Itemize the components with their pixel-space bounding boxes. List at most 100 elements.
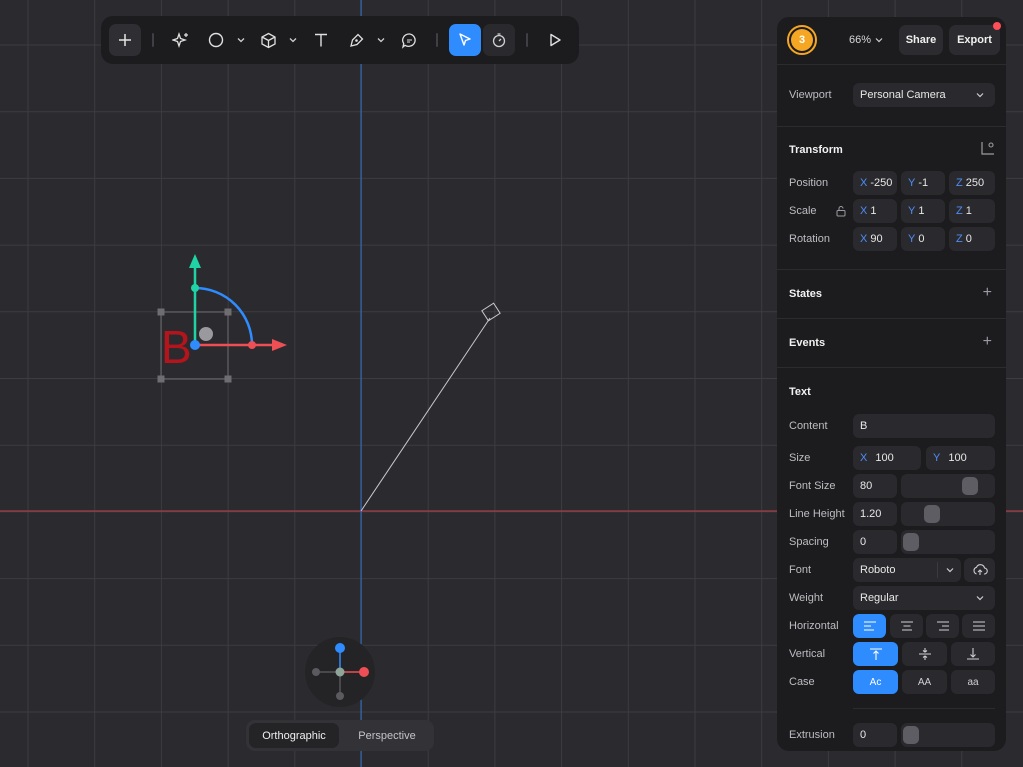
scale-x-field[interactable]: X1 bbox=[853, 199, 897, 223]
position-z-field[interactable]: Z 250 bbox=[949, 171, 995, 195]
align-bottom-button[interactable] bbox=[951, 642, 995, 666]
scale-y-field[interactable]: Y1 bbox=[901, 199, 945, 223]
orthographic-option[interactable]: Orthographic bbox=[249, 723, 339, 748]
resize-handle[interactable] bbox=[224, 375, 232, 383]
y-handle[interactable] bbox=[191, 284, 199, 292]
rotation-z-field[interactable]: Z0 bbox=[949, 227, 995, 251]
divider bbox=[853, 708, 995, 709]
pen-tool-button[interactable] bbox=[340, 24, 372, 56]
weight-select[interactable]: Regular bbox=[853, 586, 995, 610]
slider-knob[interactable] bbox=[962, 477, 979, 495]
font-value: Roboto bbox=[860, 564, 896, 576]
resize-handle[interactable] bbox=[224, 308, 232, 316]
resize-handle[interactable] bbox=[157, 308, 165, 316]
cube-dropdown[interactable] bbox=[286, 24, 300, 56]
slider-knob[interactable] bbox=[903, 726, 919, 744]
perspective-option[interactable]: Perspective bbox=[343, 723, 431, 748]
ellipse-dropdown[interactable] bbox=[234, 24, 248, 56]
extrusion-input[interactable]: 0 bbox=[853, 723, 897, 747]
ai-sparkle-icon bbox=[172, 31, 188, 49]
comment-icon bbox=[401, 32, 416, 49]
rotation-y-field[interactable]: Y0 bbox=[901, 227, 945, 251]
font-size-slider[interactable] bbox=[901, 474, 995, 498]
content-input[interactable]: B bbox=[853, 414, 995, 438]
case-label: Case bbox=[789, 676, 815, 688]
slider-knob[interactable] bbox=[923, 505, 940, 523]
position-label: Position bbox=[789, 177, 829, 189]
transform-origin-icon[interactable] bbox=[979, 141, 995, 157]
user-avatar[interactable]: 3 bbox=[787, 25, 817, 55]
align-bottom-icon bbox=[967, 648, 979, 660]
align-top-icon bbox=[869, 648, 882, 660]
case-upper-button[interactable]: AA bbox=[902, 670, 947, 694]
spacing-slider[interactable] bbox=[901, 530, 995, 554]
notification-dot bbox=[993, 22, 1001, 30]
font-size-label: Font Size bbox=[789, 480, 836, 492]
select-cursor-icon bbox=[459, 33, 471, 46]
user-count: 3 bbox=[791, 29, 813, 51]
align-justify-button[interactable] bbox=[962, 614, 995, 638]
orientation-widget[interactable] bbox=[305, 637, 375, 707]
size-label: Size bbox=[789, 452, 811, 464]
line-height-input[interactable]: 1.20 bbox=[853, 502, 897, 526]
align-center-button[interactable] bbox=[890, 614, 923, 638]
chevron-down-icon bbox=[237, 38, 245, 43]
share-button[interactable]: Share bbox=[899, 25, 943, 55]
position-y-field[interactable]: Y -1 bbox=[901, 171, 945, 195]
case-title-button[interactable]: Ac bbox=[853, 670, 898, 694]
align-left-button[interactable] bbox=[853, 614, 886, 638]
play-button[interactable] bbox=[539, 24, 571, 56]
timer-tool-button[interactable] bbox=[483, 24, 515, 56]
events-title: Events bbox=[789, 337, 826, 349]
upload-font-button[interactable] bbox=[964, 558, 995, 582]
align-right-button[interactable] bbox=[926, 614, 959, 638]
x-handle[interactable] bbox=[248, 341, 256, 349]
zoom-dropdown[interactable]: 66% bbox=[849, 32, 884, 48]
lock-icon[interactable] bbox=[835, 205, 847, 217]
horizontal-label: Horizontal bbox=[789, 620, 839, 632]
position-x-field[interactable]: X -250 bbox=[853, 171, 897, 195]
size-y-field[interactable]: Y 100 bbox=[926, 446, 995, 470]
add-button[interactable] bbox=[109, 24, 141, 56]
add-state-button[interactable]: + bbox=[983, 285, 992, 301]
resize-handle[interactable] bbox=[157, 375, 165, 383]
chevron-down-icon bbox=[946, 568, 954, 573]
viewport-select[interactable]: Personal Camera bbox=[853, 83, 995, 107]
select-tool-button[interactable] bbox=[449, 24, 481, 56]
gizmo-center[interactable] bbox=[190, 340, 200, 350]
font-size-input[interactable]: 80 bbox=[853, 474, 897, 498]
toolbar-divider bbox=[152, 33, 154, 47]
divider bbox=[777, 269, 1006, 270]
size-x-field[interactable]: X 100 bbox=[853, 446, 921, 470]
line-height-slider[interactable] bbox=[901, 502, 995, 526]
export-button[interactable]: Export bbox=[949, 25, 1000, 55]
text-tool-button[interactable] bbox=[305, 24, 337, 56]
ellipse-tool-button[interactable] bbox=[200, 24, 232, 56]
cloud-upload-icon bbox=[972, 564, 988, 575]
pivot-dot bbox=[199, 327, 213, 341]
comment-tool-button[interactable] bbox=[393, 24, 425, 56]
pen-dropdown[interactable] bbox=[374, 24, 388, 56]
rotation-label: Rotation bbox=[789, 233, 830, 245]
add-event-button[interactable]: + bbox=[983, 334, 992, 350]
camera-gizmo[interactable] bbox=[360, 302, 501, 512]
chevron-down-icon bbox=[976, 93, 984, 98]
slider-knob[interactable] bbox=[903, 533, 919, 551]
text-title: Text bbox=[789, 386, 811, 398]
align-middle-button[interactable] bbox=[902, 642, 947, 666]
extrusion-slider[interactable] bbox=[901, 723, 995, 747]
viewport-label: Viewport bbox=[789, 89, 832, 101]
spacing-input[interactable]: 0 bbox=[853, 530, 897, 554]
cube-tool-button[interactable] bbox=[252, 24, 284, 56]
chevron-down-icon bbox=[377, 38, 385, 43]
scale-z-field[interactable]: Z1 bbox=[949, 199, 995, 223]
toolbar-divider bbox=[526, 33, 528, 47]
transform-title: Transform bbox=[789, 144, 843, 156]
font-select[interactable]: Roboto bbox=[853, 558, 961, 582]
case-lower-button[interactable]: aa bbox=[951, 670, 995, 694]
ai-button[interactable] bbox=[165, 24, 197, 56]
align-top-button[interactable] bbox=[853, 642, 898, 666]
extrusion-label: Extrusion bbox=[789, 729, 835, 741]
properties-panel: 3 66% Share Export Viewport Personal Cam… bbox=[777, 17, 1006, 751]
rotation-x-field[interactable]: X 90 bbox=[853, 227, 897, 251]
